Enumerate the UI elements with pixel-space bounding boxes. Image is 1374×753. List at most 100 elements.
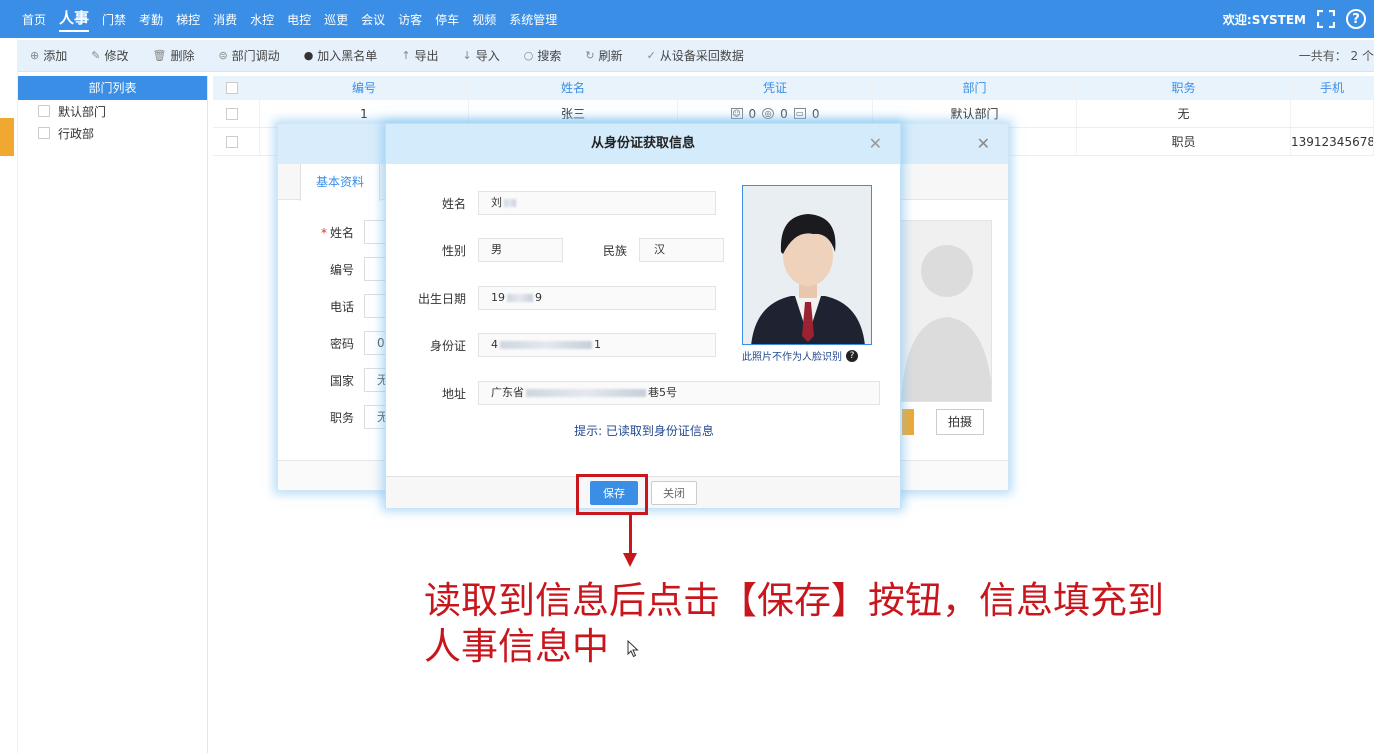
question-icon[interactable]: ? [846, 349, 858, 362]
fullscreen-icon[interactable] [1316, 9, 1336, 29]
pencil-icon: ✎ [91, 49, 101, 62]
edit-button[interactable]: ✎ 修改 [91, 47, 128, 64]
close-button[interactable]: 关闭 [651, 481, 697, 505]
select-all-checkbox[interactable] [226, 82, 238, 94]
select-all-cell[interactable] [213, 76, 260, 100]
save-highlight-box [576, 474, 648, 515]
department-panel: 部门列表 默认部门 行政部 [18, 76, 208, 753]
dept-checkbox[interactable] [38, 127, 50, 139]
side-tab-marker[interactable] [0, 118, 14, 156]
col-header-id[interactable]: 编号 [260, 76, 469, 100]
field-label: 编号 [329, 262, 354, 277]
dept-checkbox[interactable] [38, 105, 50, 117]
import-label: 导入 [475, 49, 500, 63]
ban-icon: ● [303, 49, 314, 62]
col-header-credential[interactable]: 凭证 [678, 76, 873, 100]
nav-item-attendance[interactable]: 考勤 [139, 11, 163, 28]
id-gender-label: 性别 [441, 243, 466, 258]
trash-icon: 🗑 [152, 49, 167, 62]
field-job-row: 职务无 [278, 405, 389, 429]
id-name-value: 刘 [491, 196, 502, 209]
col-header-job[interactable]: 职务 [1077, 76, 1291, 100]
redacted-mark [504, 199, 516, 207]
nav-item-personnel[interactable]: 人事 [59, 7, 90, 32]
left-gutter [0, 38, 18, 753]
delete-button[interactable]: 🗑 删除 [152, 47, 194, 64]
id-address-row: 地址 广东省 巷5号 [406, 381, 880, 405]
redacted-mark [526, 389, 646, 397]
id-gender-row: 性别 男 民族 汉 [406, 238, 724, 262]
field-name-row: * 姓名 [278, 220, 388, 244]
nav-item-video[interactable]: 视频 [472, 11, 496, 28]
close-icon[interactable]: ✕ [869, 124, 882, 164]
close-icon[interactable]: ✕ [977, 134, 990, 153]
refresh-button[interactable]: ↻ 刷新 [585, 47, 622, 64]
add-button[interactable]: ⊕ 添加 [30, 47, 67, 64]
nav-item-meeting[interactable]: 会议 [361, 11, 385, 28]
nav-item-patrol[interactable]: 巡更 [324, 11, 348, 28]
nav-item-home[interactable]: 首页 [22, 11, 46, 28]
export-button[interactable]: ↑ 导出 [401, 47, 438, 64]
avatar-placeholder [900, 220, 992, 402]
nav-item-visitor[interactable]: 访客 [398, 11, 422, 28]
edit-label: 修改 [104, 49, 129, 63]
nav-item-access[interactable]: 门禁 [102, 11, 126, 28]
col-header-phone[interactable]: 手机 [1291, 76, 1374, 100]
dept-move-label: 部门调动 [231, 49, 280, 63]
dept-item-admin[interactable]: 行政部 [18, 122, 207, 144]
birth-prefix: 19 [491, 291, 505, 304]
dept-item-default[interactable]: 默认部门 [18, 100, 207, 122]
cell-job: 无 [1077, 100, 1291, 127]
face-icon: ☺ [730, 108, 743, 119]
id-ethnic-field[interactable]: 汉 [639, 238, 724, 262]
addr-suffix: 巷5号 [648, 386, 677, 399]
tab-basic-info[interactable]: 基本资料 [300, 164, 380, 201]
cell-job: 职员 [1077, 128, 1291, 155]
import-icon: ↓ [462, 49, 472, 62]
nav-item-parking[interactable]: 停车 [435, 11, 459, 28]
id-birth-label: 出生日期 [417, 291, 466, 306]
row-checkbox[interactable] [226, 107, 238, 120]
id-gender-field[interactable]: 男 [478, 238, 563, 262]
nav-item-elevator[interactable]: 梯控 [176, 11, 200, 28]
upload-button[interactable] [902, 409, 914, 435]
col-header-name[interactable]: 姓名 [469, 76, 678, 100]
id-modal-header: 从身份证获取信息 ✕ [386, 124, 900, 164]
nav-item-water[interactable]: 水控 [250, 11, 274, 28]
redacted-mark [507, 294, 533, 302]
addr-prefix: 广东省 [491, 386, 524, 399]
id-address-field[interactable]: 广东省 巷5号 [478, 381, 880, 405]
dept-move-button[interactable]: ⊜ 部门调动 [218, 47, 279, 64]
id-number-field[interactable]: 41 [478, 333, 716, 357]
row-select-cell[interactable] [213, 100, 260, 127]
search-button[interactable]: ○ 搜索 [524, 47, 562, 64]
import-button[interactable]: ↓ 导入 [463, 47, 500, 64]
id-name-row: 姓名 刘 [406, 191, 716, 215]
collect-button[interactable]: ✓ 从设备采回数据 [647, 47, 744, 64]
col-header-dept[interactable]: 部门 [873, 76, 1077, 100]
id-prefix: 4 [491, 338, 498, 351]
id-card-modal: 从身份证获取信息 ✕ 姓名 刘 性别 男 民族 汉 出生日期 19 9 身份证 4… [385, 123, 901, 508]
field-id-row: 编号 [278, 257, 388, 281]
help-icon[interactable]: ? [1346, 9, 1366, 29]
id-birth-field[interactable]: 19 9 [478, 286, 716, 310]
id-name-field[interactable]: 刘 [478, 191, 716, 215]
row-checkbox[interactable] [226, 135, 238, 148]
id-number-row: 身份证 41 [406, 333, 716, 357]
arrow-head-icon [623, 553, 637, 567]
nav-item-system[interactable]: 系统管理 [509, 11, 557, 28]
id-modal-title: 从身份证获取信息 [590, 136, 695, 151]
birth-suffix: 9 [535, 291, 542, 304]
snap-button[interactable]: 拍摄 [936, 409, 984, 435]
card-icon: ▭ [793, 108, 806, 119]
arrow-icon [629, 515, 632, 555]
row-select-cell[interactable] [213, 128, 260, 155]
photo-note: 此照片不作为人脸识别? [742, 348, 882, 363]
blacklist-button[interactable]: ● 加入黑名单 [304, 47, 378, 64]
user-area: 欢迎:SYSTEM ? [1223, 0, 1366, 38]
nav-item-power[interactable]: 电控 [287, 11, 311, 28]
tutorial-annotation: 读取到信息后点击【保存】按钮，信息填充到人事信息中 [424, 579, 1164, 668]
department-panel-title: 部门列表 [18, 76, 207, 100]
nav-item-consumption[interactable]: 消费 [213, 11, 237, 28]
redacted-mark [500, 341, 592, 349]
